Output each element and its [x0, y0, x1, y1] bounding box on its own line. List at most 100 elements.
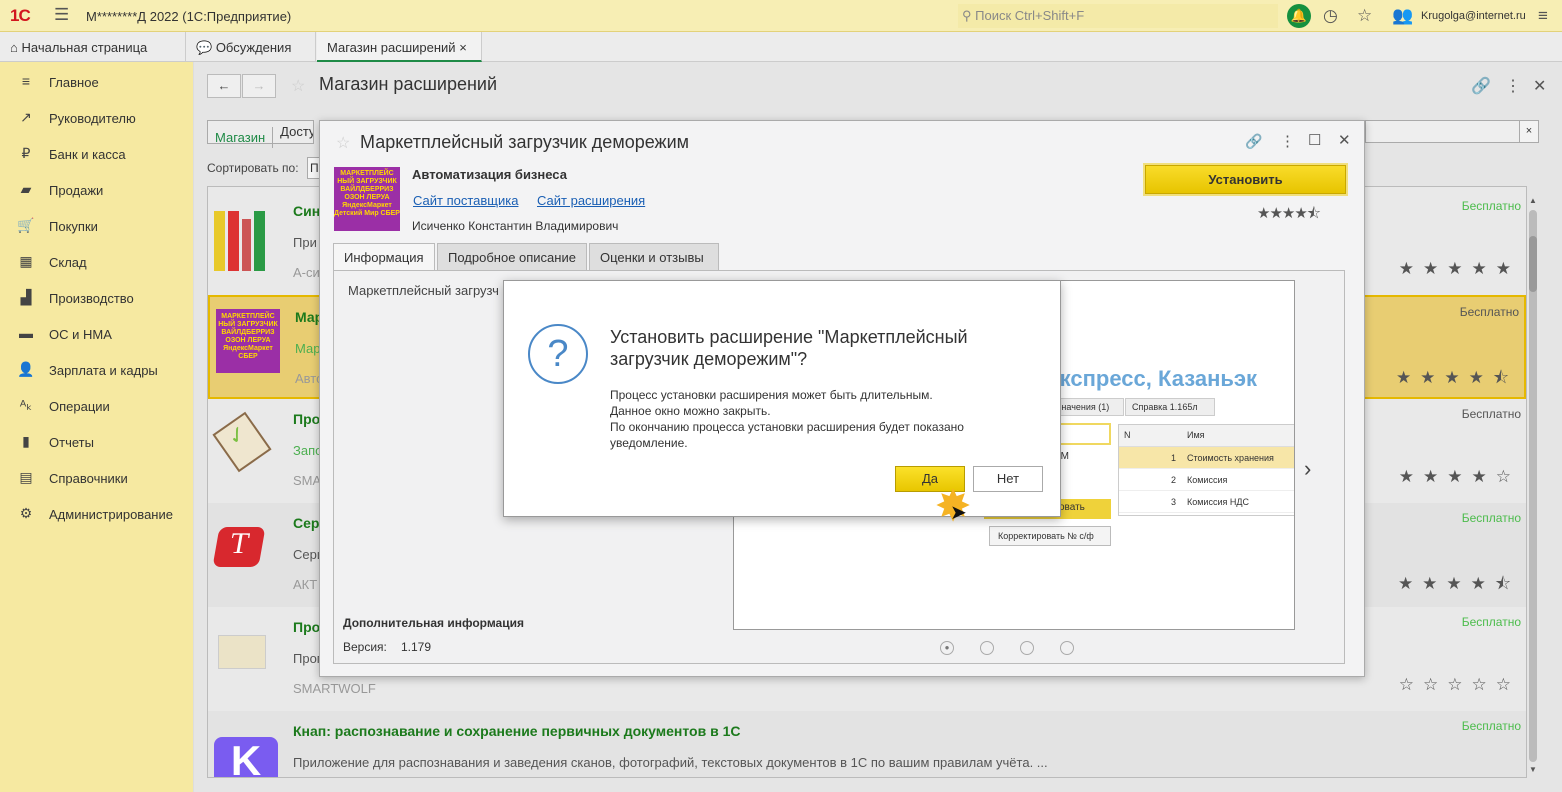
sidebar-item-icon: ▬ — [19, 325, 33, 341]
row-n: 3 — [1171, 497, 1177, 507]
carousel-dot[interactable] — [980, 641, 994, 655]
user-icon[interactable]: 👥 — [1392, 6, 1413, 26]
notifications-bell-icon[interactable]: 🔔 — [1287, 4, 1311, 28]
sidebar-item-label: Операции — [49, 399, 110, 414]
close-icon[interactable]: ✕ — [1338, 131, 1351, 149]
more-icon[interactable]: ⋮ — [1505, 76, 1521, 96]
sidebar-item[interactable]: ᴬₖ Операции — [0, 388, 194, 424]
item-price: Бесплатно — [1459, 305, 1519, 319]
back-button[interactable]: ← — [207, 74, 241, 98]
item-vendor: АКТ — [293, 577, 318, 592]
item-price: Бесплатно — [1461, 511, 1521, 525]
sidebar-item-label: Склад — [49, 255, 87, 270]
favorite-star-icon[interactable]: ☆ — [291, 76, 305, 96]
sidebar-item-label: Справочники — [49, 471, 128, 486]
more-icon[interactable]: ⋮ — [1280, 132, 1295, 150]
menu-icon[interactable]: ☰ — [54, 5, 69, 25]
item-rating-stars: ★★★★★ — [1398, 259, 1520, 278]
favorites-star-icon[interactable]: ☆ — [1357, 6, 1372, 26]
sidebar-item[interactable]: ▟ Производство — [0, 280, 194, 316]
tab-discussions[interactable]: 💬 Обсуждения — [186, 32, 316, 62]
sort-label: Сортировать по: — [207, 161, 299, 175]
version-value: 1.179 — [401, 640, 432, 654]
tab-detailed-description[interactable]: Подробное описание — [437, 243, 587, 271]
sidebar-item-icon: ▮ — [22, 433, 30, 449]
sidebar-item[interactable]: ↗ Руководителю — [0, 100, 194, 136]
item-price: Бесплатно — [1461, 407, 1521, 421]
item-subtitle: Мар — [295, 341, 321, 356]
install-button[interactable]: Установить — [1143, 163, 1348, 196]
sidebar-item-icon: ≡ — [21, 73, 31, 89]
sidebar-item-icon: ▟ — [20, 289, 32, 305]
carousel-dot[interactable] — [1060, 641, 1074, 655]
link-icon[interactable]: 🔗 — [1245, 133, 1262, 150]
sidebar-item-icon: ₽ — [21, 145, 31, 161]
chat-icon: 💬 — [196, 40, 213, 55]
sidebar-item[interactable]: ▦ Склад — [0, 244, 194, 280]
search-field[interactable] — [1365, 120, 1520, 143]
tab-reviews[interactable]: Оценки и отзывы — [589, 243, 719, 271]
user-name[interactable]: Krugolga@internet.ru — [1421, 10, 1526, 22]
close-icon[interactable]: ✕ — [1533, 76, 1546, 96]
tab-information[interactable]: Информация — [333, 243, 435, 271]
settings-menu-icon[interactable]: ≡ — [1538, 6, 1548, 26]
sidebar-item[interactable]: ▮ Отчеты — [0, 424, 194, 460]
row-name: Стоимость хранения — [1187, 453, 1274, 463]
screenshot-table: N Имя 1 Стоимость хранения 2 Комиссия 3 Комисс… — [1118, 424, 1294, 516]
history-icon[interactable]: ◷ — [1323, 6, 1338, 26]
close-tab-icon[interactable]: × — [459, 40, 467, 55]
search-input[interactable]: ⚲ Поиск Ctrl+Shift+F — [958, 4, 1278, 28]
screenshot-button: Корректировать № с/ф — [989, 526, 1111, 546]
sidebar-item-icon: 👤 — [17, 361, 35, 377]
confirm-text: Данное окно можно закрыть. — [610, 404, 771, 418]
maximize-icon[interactable]: ☐ — [1308, 131, 1321, 149]
tab-label: Магазин расширений — [327, 40, 456, 55]
extension-site-link[interactable]: Сайт расширения — [537, 193, 645, 208]
item-price: Бесплатно — [1461, 199, 1521, 213]
sidebar-item[interactable]: ≡ Главное — [0, 64, 194, 100]
item-vendor: SMA — [293, 473, 322, 488]
sidebar-item[interactable]: ▰ Продажи — [0, 172, 194, 208]
sidebar-item[interactable]: 👤 Зарплата и кадры — [0, 352, 194, 388]
tab-label: Начальная страница — [21, 40, 148, 55]
col-n: N — [1124, 430, 1131, 440]
link-icon[interactable]: 🔗 — [1471, 76, 1491, 96]
sidebar-item-icon: ↗ — [20, 109, 32, 125]
carousel-dot-active[interactable]: ● — [940, 641, 954, 655]
extension-thumbnail: МАРКЕТПЛЕЙС НЫЙ ЗАГРУЗЧИК ВАЙЛДБЕРРИЗ ОЗОН … — [216, 309, 280, 379]
forward-button[interactable]: → — [242, 74, 276, 98]
vendor-site-link[interactable]: Сайт поставщика — [413, 193, 518, 208]
sidebar-item[interactable]: ▬ ОС и НМА — [0, 316, 194, 352]
item-title: Про — [293, 619, 321, 635]
row-name: Комиссия НДС — [1187, 497, 1249, 507]
next-image-arrow[interactable]: › — [1304, 456, 1311, 482]
mouse-cursor-icon: ➤ — [950, 502, 967, 524]
sidebar-item[interactable]: ▤ Справочники — [0, 460, 194, 496]
extension-thumbnail — [214, 619, 278, 689]
carousel-dot[interactable] — [1020, 641, 1034, 655]
home-icon: ⌂ — [10, 40, 18, 55]
item-subtitle: Запо — [293, 443, 323, 458]
item-title: Сер — [293, 515, 320, 531]
sidebar-item[interactable]: ⚙ Администрирование — [0, 496, 194, 532]
list-item[interactable]: K Кнап: распознавание и сохранение перви… — [208, 711, 1526, 777]
tab-available[interactable]: Досту — [273, 121, 313, 142]
tab-home[interactable]: ⌂ Начальная страница — [0, 32, 186, 62]
list-scrollbar[interactable]: ▲ ▼ — [1528, 196, 1538, 774]
extension-thumbnail: K — [214, 723, 278, 777]
item-rating-stars: ☆☆☆☆☆ — [1398, 675, 1520, 694]
tab-store[interactable]: Магазин — [208, 127, 274, 148]
item-vendor: А-си — [293, 265, 320, 280]
sidebar-item-label: Продажи — [49, 183, 104, 198]
tab-extension-store[interactable]: Магазин расширений × — [317, 32, 482, 62]
sidebar-item-icon: ▦ — [19, 253, 33, 269]
sidebar-item[interactable]: ₽ Банк и касса — [0, 136, 194, 172]
sidebar-item-label: Главное — [49, 75, 99, 90]
favorite-star-icon[interactable]: ☆ — [336, 133, 350, 153]
no-button[interactable]: Нет — [973, 466, 1043, 492]
item-title: Про — [293, 411, 321, 427]
screenshot-tab: Справка 1.165л — [1125, 398, 1215, 416]
sidebar-item[interactable]: 🛒 Покупки — [0, 208, 194, 244]
clear-search-icon[interactable]: × — [1519, 120, 1539, 143]
search-icon: ⚲ — [962, 8, 972, 23]
